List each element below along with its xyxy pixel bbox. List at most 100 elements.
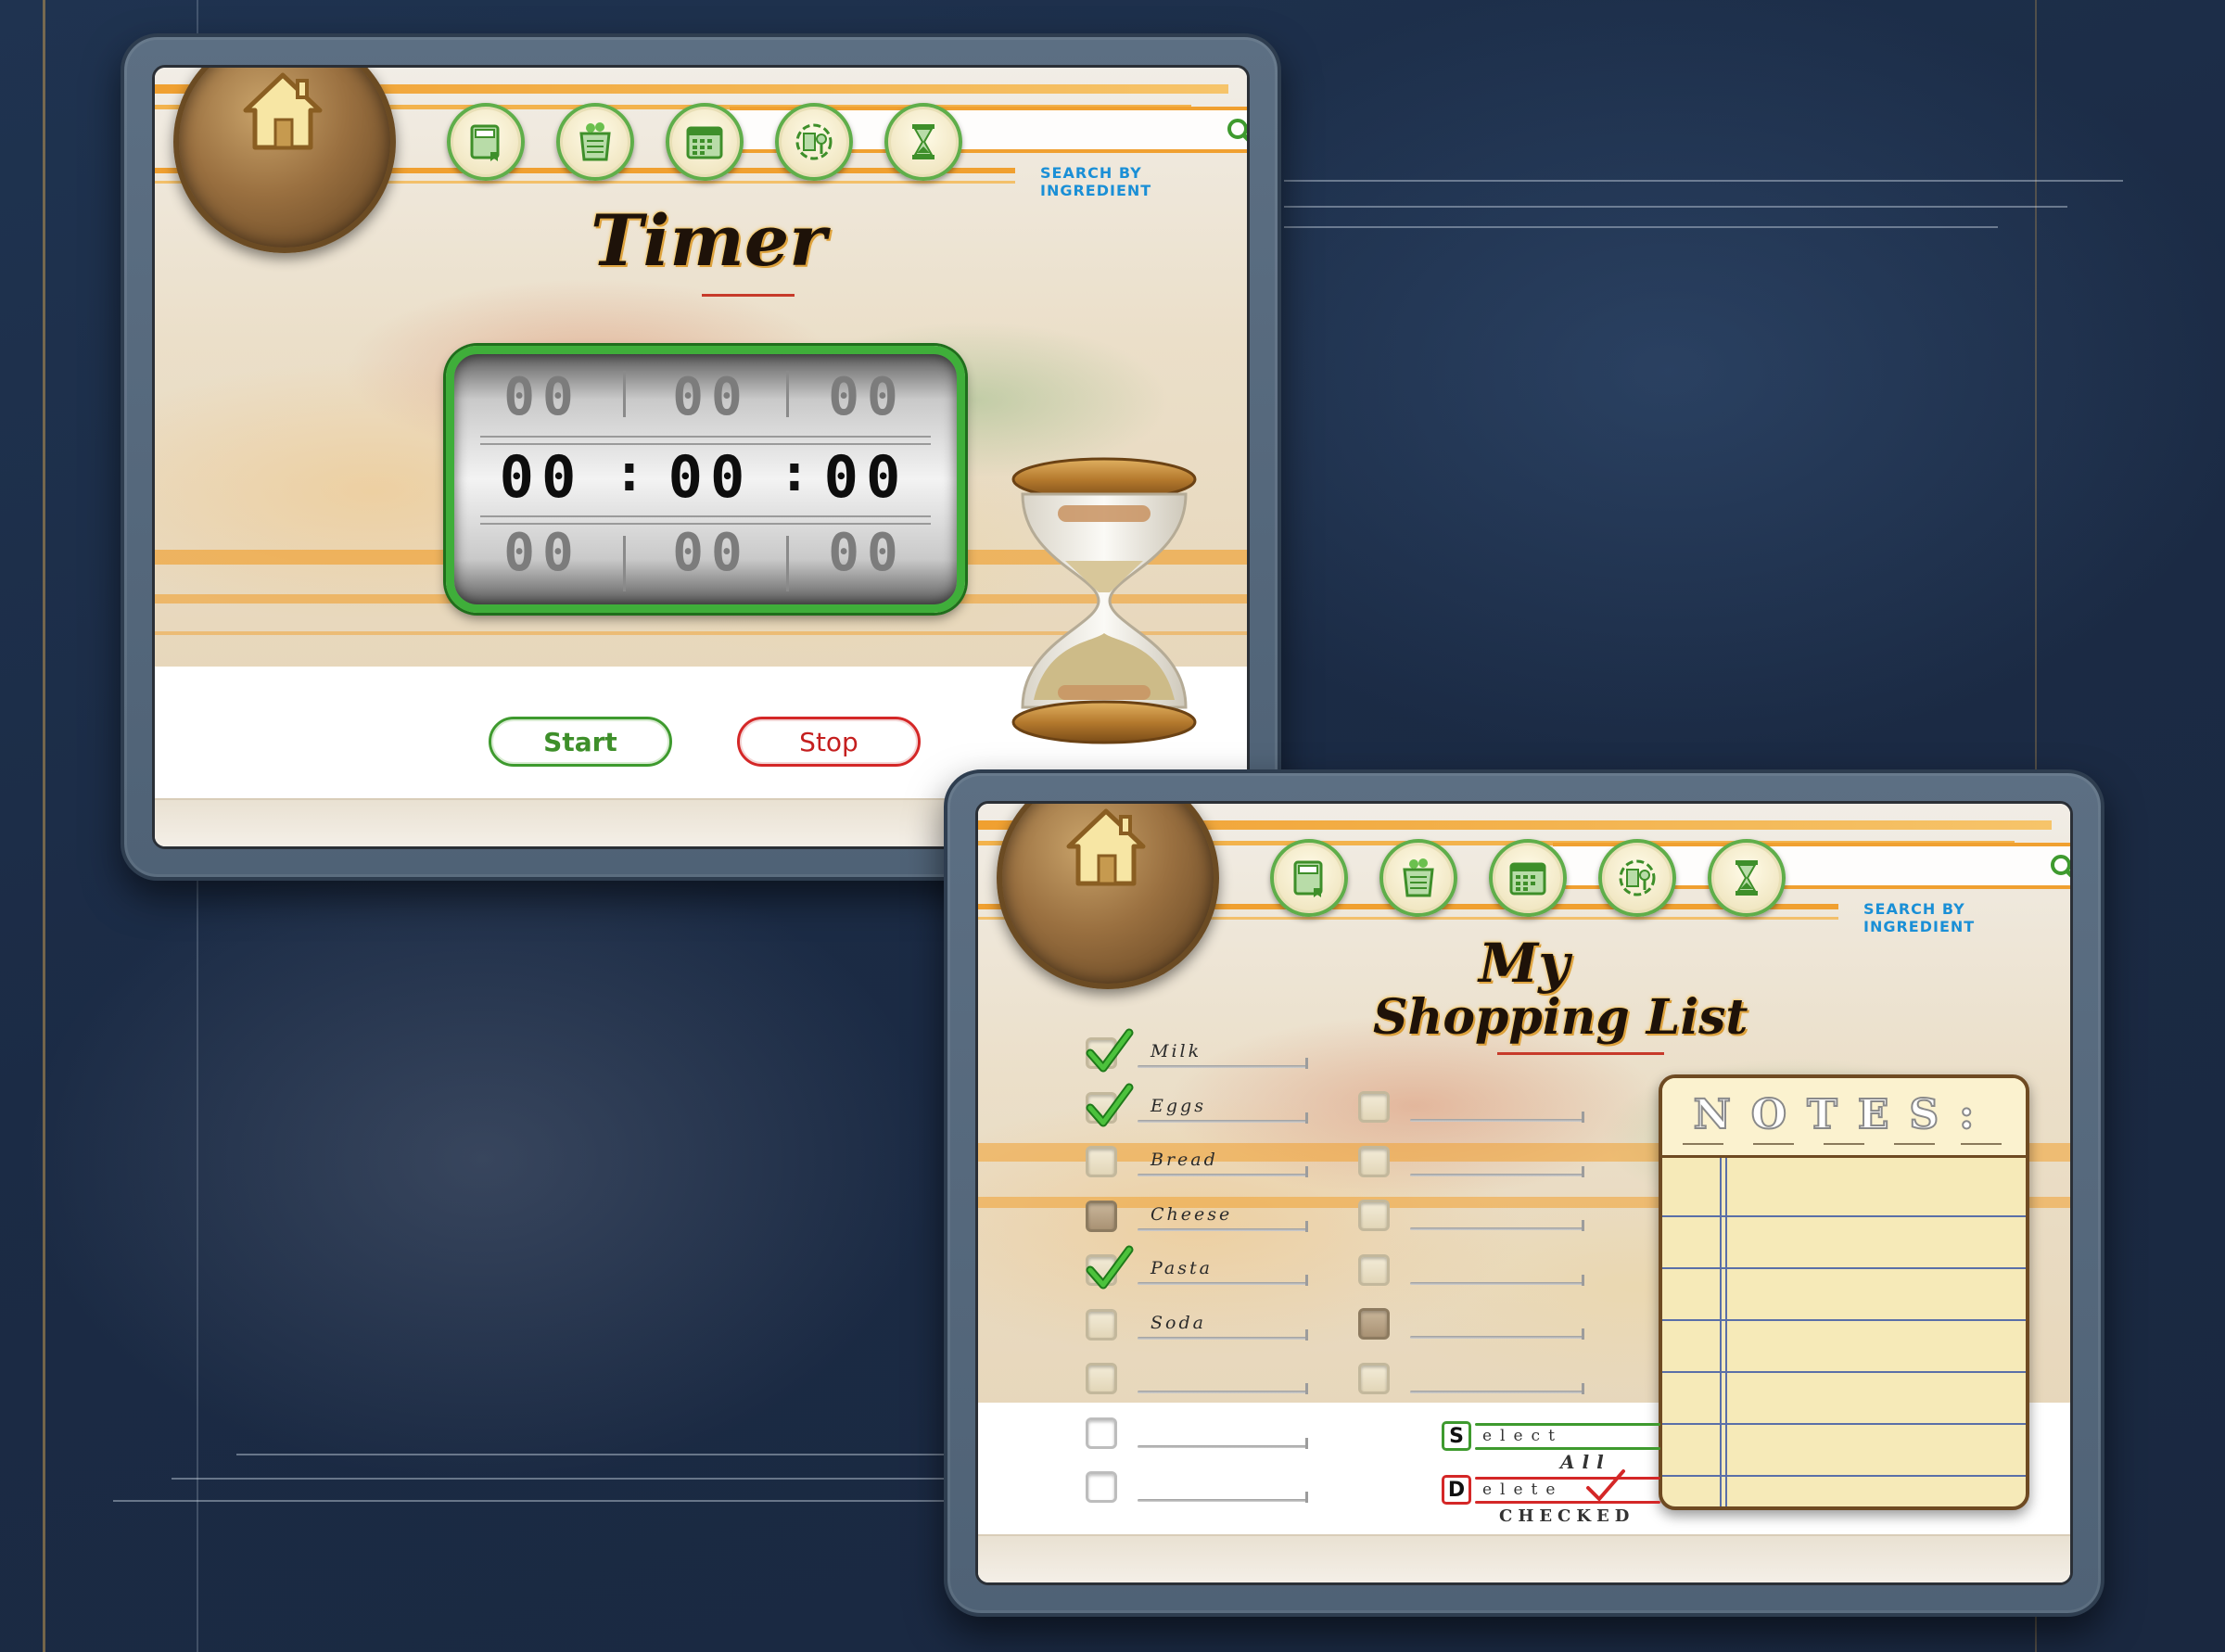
search-label: SEARCH BY INGREDIENT — [1040, 164, 1152, 199]
item-underline — [1138, 1383, 1308, 1394]
search-icon[interactable] — [2048, 852, 2073, 883]
item-checkbox[interactable] — [1086, 1363, 1117, 1394]
delete-text: elete — [1482, 1480, 1564, 1499]
item-checkbox[interactable] — [1358, 1253, 1390, 1286]
list-item[interactable]: Milk — [1086, 1028, 1308, 1073]
timer-colon: : — [779, 443, 810, 503]
timer-display[interactable]: 00 00 00 00 : 00 : 00 00 00 00 — [446, 346, 965, 613]
bg-line — [172, 1478, 960, 1480]
item-label: Cheese — [1151, 1203, 1233, 1225]
bg-line — [1284, 206, 2067, 208]
bg-line — [1284, 180, 2123, 182]
conversions-button[interactable] — [775, 103, 853, 181]
item-checkbox[interactable] — [1086, 1028, 1134, 1073]
item-underline — [1410, 1165, 1584, 1177]
item-checkbox[interactable] — [1358, 1362, 1390, 1394]
list-item[interactable] — [1358, 1304, 1584, 1341]
delete-checked-button[interactable]: D elete CHECKED — [1442, 1469, 1664, 1532]
grocery-bag-icon — [1403, 858, 1434, 897]
notes-rule — [1662, 1267, 2026, 1269]
search-icon[interactable] — [1225, 116, 1250, 147]
select-all-button[interactable]: S elect All — [1442, 1421, 1664, 1479]
list-item[interactable] — [1358, 1196, 1584, 1233]
list-item[interactable]: Cheese — [1086, 1197, 1308, 1234]
seconds-previous: 00 — [828, 367, 906, 427]
timer-button[interactable] — [1708, 839, 1786, 917]
item-underline — [1138, 1437, 1308, 1449]
home-icon — [1066, 808, 1146, 886]
checked-text: CHECKED — [1499, 1506, 1635, 1526]
list-item[interactable] — [1358, 1142, 1584, 1179]
list-item[interactable]: Soda — [1086, 1305, 1308, 1342]
start-button[interactable]: Start — [489, 717, 672, 767]
grocery-bag-icon — [579, 122, 611, 161]
item-checkbox[interactable] — [1086, 1308, 1117, 1341]
page-title-line-2: Shopping List — [1373, 989, 1748, 1046]
home-icon — [243, 72, 323, 150]
item-checkbox[interactable] — [1086, 1471, 1117, 1503]
calendar-icon — [1509, 862, 1546, 896]
item-underline — [1410, 1382, 1584, 1394]
conversions-button[interactable] — [1598, 839, 1676, 917]
item-underline — [1138, 1275, 1308, 1286]
list-item[interactable] — [1086, 1359, 1308, 1396]
delete-line — [1475, 1501, 1660, 1504]
item-label: Eggs — [1151, 1095, 1206, 1116]
list-item[interactable] — [1358, 1251, 1584, 1288]
bg-line — [1284, 226, 1998, 228]
recipe-book-icon — [470, 124, 500, 161]
search-label: SEARCH BY INGREDIENT — [1863, 900, 1976, 935]
list-item[interactable] — [1086, 1414, 1308, 1451]
item-checkbox[interactable] — [1358, 1091, 1390, 1123]
list-item[interactable] — [1086, 1468, 1308, 1505]
notes-pad[interactable]: NOTES: — [1659, 1074, 2029, 1510]
seconds-value[interactable]: 00 — [812, 443, 920, 511]
checkmark-icon — [1086, 1083, 1134, 1126]
grocery-list-button[interactable] — [1380, 839, 1457, 917]
calendar-button[interactable] — [1489, 839, 1567, 917]
timer-separator — [786, 536, 789, 591]
delete-line — [1475, 1477, 1660, 1480]
item-underline — [1138, 1112, 1308, 1124]
notes-margin — [1725, 1158, 1727, 1506]
item-checkbox[interactable] — [1358, 1145, 1390, 1177]
hourglass-icon — [912, 124, 934, 159]
calendar-icon — [686, 126, 723, 159]
hourglass-illustration — [1011, 457, 1197, 744]
item-label: Bread — [1151, 1150, 1218, 1170]
item-checkbox[interactable] — [1358, 1200, 1390, 1231]
list-item[interactable] — [1358, 1087, 1584, 1125]
item-checkbox[interactable] — [1086, 1083, 1134, 1126]
item-underline — [1138, 1166, 1308, 1177]
timer-separator — [623, 371, 626, 417]
item-checkbox[interactable] — [1358, 1308, 1390, 1340]
recipe-book-button[interactable] — [447, 103, 525, 181]
seconds-next: 00 — [828, 523, 906, 583]
calendar-button[interactable] — [666, 103, 744, 181]
stop-button[interactable]: Stop — [737, 717, 921, 767]
list-item[interactable]: Pasta — [1086, 1245, 1308, 1290]
item-checkbox[interactable] — [1086, 1146, 1117, 1177]
item-underline — [1138, 1328, 1308, 1341]
timer-button[interactable] — [884, 103, 962, 181]
title-underline — [1497, 1052, 1664, 1055]
list-item[interactable] — [1358, 1359, 1584, 1396]
bg-line — [236, 1454, 960, 1455]
item-underline — [1138, 1492, 1308, 1503]
minutes-value[interactable]: 00 — [656, 443, 764, 511]
item-checkbox[interactable] — [1086, 1417, 1117, 1449]
hours-previous: 00 — [503, 367, 581, 427]
item-underline — [1410, 1274, 1584, 1286]
item-checkbox[interactable] — [1086, 1245, 1134, 1290]
minutes-next: 00 — [672, 523, 750, 583]
recipe-book-button[interactable] — [1270, 839, 1348, 917]
list-item[interactable]: Eggs — [1086, 1083, 1308, 1126]
item-underline — [1410, 1112, 1584, 1123]
item-checkbox[interactable] — [1086, 1200, 1117, 1232]
hours-value[interactable]: 00 — [488, 443, 595, 511]
item-underline — [1410, 1220, 1584, 1231]
list-item[interactable]: Bread — [1086, 1142, 1308, 1179]
item-label: Pasta — [1151, 1258, 1213, 1278]
page-title: Timer — [591, 199, 827, 282]
grocery-list-button[interactable] — [556, 103, 634, 181]
